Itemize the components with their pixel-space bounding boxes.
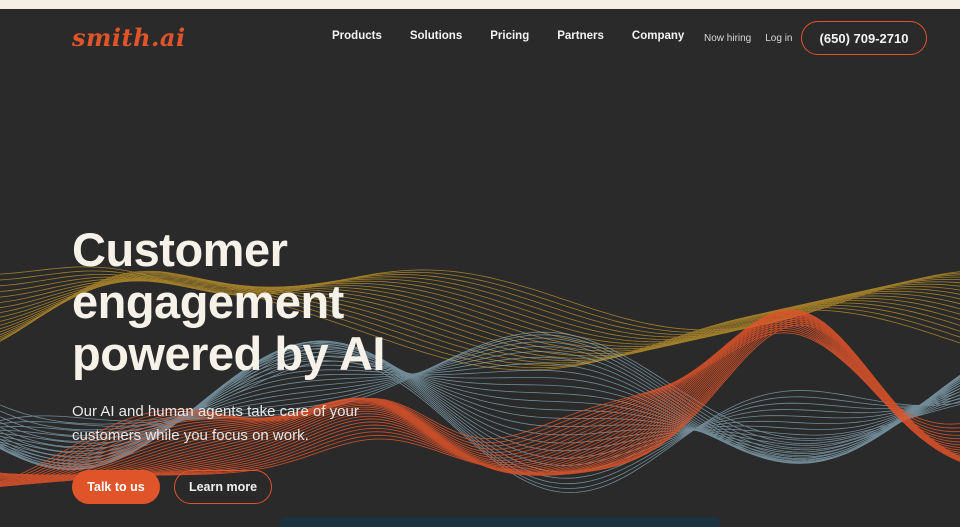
top-navigation: smith.ai Products Solutions Pricing Part…	[0, 9, 960, 67]
talk-to-us-button[interactable]: Talk to us	[72, 470, 160, 504]
learn-more-button[interactable]: Learn more	[174, 470, 272, 504]
hero-subtext: Our AI and human agents take care of you…	[72, 403, 359, 444]
nav-item-partners[interactable]: Partners	[557, 30, 604, 42]
utility-links: Now hiring Log in	[704, 33, 793, 44]
nav-item-solutions[interactable]: Solutions	[410, 30, 462, 42]
hero-section: Customer engagement powered by AI Our AI…	[72, 224, 492, 448]
nav-item-company[interactable]: Company	[632, 30, 684, 42]
hero-headline: Customer engagement powered by AI	[72, 224, 492, 380]
login-link[interactable]: Log in	[765, 33, 792, 44]
headline-line-3: powered by AI	[72, 327, 385, 380]
now-hiring-link[interactable]: Now hiring	[704, 33, 751, 44]
hero-cta-row: Talk to us Learn more	[72, 470, 272, 504]
content-preview-bar	[280, 517, 720, 527]
nav-item-products[interactable]: Products	[332, 30, 382, 42]
main-menu: Products Solutions Pricing Partners Comp…	[332, 30, 712, 42]
top-announcement-strip	[0, 0, 960, 9]
headline-line-1: Customer	[72, 223, 288, 276]
brand-logo[interactable]: smith.ai	[72, 23, 186, 52]
phone-button[interactable]: (650) 709-2710	[801, 21, 927, 55]
nav-item-pricing[interactable]: Pricing	[490, 30, 529, 42]
headline-line-2: engagement	[72, 275, 344, 328]
